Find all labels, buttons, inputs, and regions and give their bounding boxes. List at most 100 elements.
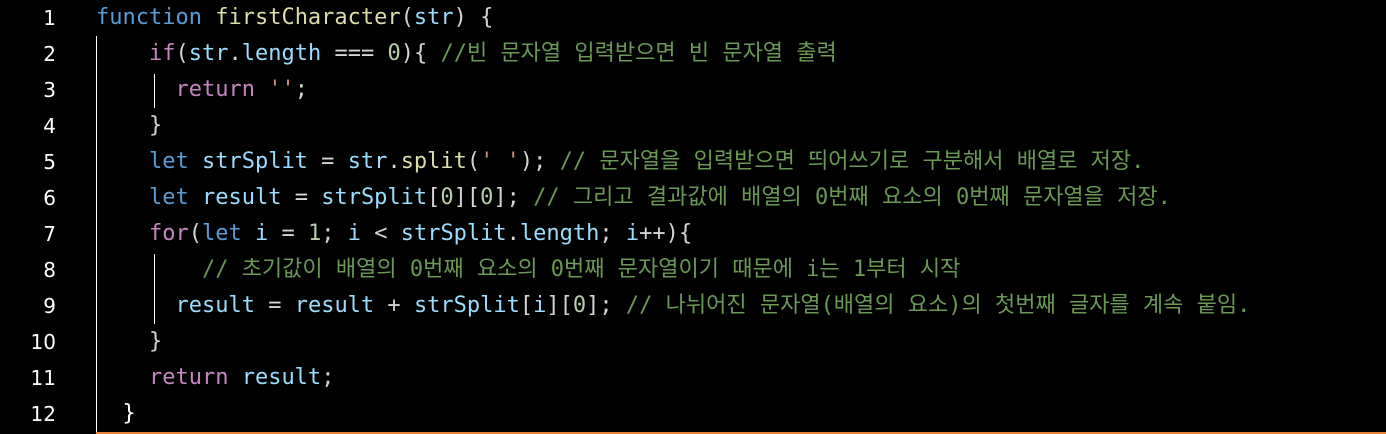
code-token: //빈 문자열 입력받으면 빈 문자열 출력 bbox=[440, 41, 837, 66]
code-line[interactable]: 11 return result; bbox=[0, 360, 1386, 396]
code-token: ; bbox=[321, 365, 335, 390]
code-token: function bbox=[96, 5, 216, 30]
code-token: ][ bbox=[546, 293, 573, 318]
code-token: === bbox=[321, 41, 388, 66]
line-number: 10 bbox=[30, 330, 56, 354]
line-number: 4 bbox=[43, 114, 56, 138]
code-text: result = result + strSplit[i][0]; // 나뉘어… bbox=[96, 288, 1250, 324]
code-token: if bbox=[96, 41, 176, 66]
code-token: return bbox=[96, 365, 242, 390]
code-token: } bbox=[96, 113, 163, 138]
code-text: if(str.length === 0){ //빈 문자열 입력받으면 빈 문자… bbox=[96, 36, 837, 72]
code-token: str bbox=[347, 149, 388, 174]
code-token: = bbox=[281, 185, 322, 210]
code-line[interactable]: 1 function firstCharacter(str) { bbox=[0, 0, 1386, 36]
code-token: ; bbox=[321, 221, 348, 246]
code-token: split bbox=[400, 149, 467, 174]
code-token: i bbox=[254, 221, 269, 246]
code-text: let strSplit = str.split(' '); // 문자열을 입… bbox=[96, 144, 1144, 180]
code-token: firstCharacter bbox=[215, 5, 401, 30]
code-token: let bbox=[96, 149, 202, 174]
code-line[interactable]: 8 // 초기값이 배열의 0번째 요소의 0번째 문자열이기 때문에 i는 1… bbox=[0, 252, 1386, 288]
code-token: for bbox=[96, 221, 189, 246]
code-token: strSplit bbox=[400, 221, 507, 246]
code-text: let result = strSplit[0][0]; // 그리고 결과값에… bbox=[96, 180, 1171, 216]
code-token: = bbox=[254, 293, 295, 318]
code-token: 0 bbox=[572, 293, 587, 318]
code-token: ]; bbox=[493, 185, 534, 210]
code-line[interactable]: 3 return ''; bbox=[0, 72, 1386, 108]
code-token: // 초기값이 배열의 0번째 요소의 0번째 문자열이기 때문에 i는 1부터… bbox=[96, 257, 961, 282]
code-token: length bbox=[241, 41, 322, 66]
code-token: i bbox=[625, 221, 640, 246]
code-line[interactable]: 2 if(str.length === 0){ //빈 문자열 입력받으면 빈 … bbox=[0, 36, 1386, 72]
code-line[interactable]: 7 for(let i = 1; i < strSplit.length; i+… bbox=[0, 216, 1386, 252]
line-number: 9 bbox=[43, 294, 56, 318]
code-token: + bbox=[374, 293, 414, 318]
code-line[interactable]: 6 let result = strSplit[0][0]; // 그리고 결과… bbox=[0, 180, 1386, 216]
code-token: } bbox=[96, 329, 163, 354]
code-text: return result; bbox=[96, 360, 334, 396]
code-token: [ bbox=[427, 185, 441, 210]
code-line[interactable]: 4 } bbox=[0, 108, 1386, 144]
code-token: ; bbox=[294, 77, 308, 102]
code-token: ][ bbox=[453, 185, 481, 210]
code-text: } bbox=[96, 108, 162, 144]
code-token: // 그리고 결과값에 배열의 0번째 요소의 0번째 문자열을 저장. bbox=[533, 185, 1171, 210]
code-token: str bbox=[413, 5, 454, 30]
code-token: = bbox=[307, 149, 348, 174]
code-token: // 문자열을 입력받으면 띄어쓰기로 구분해서 배열로 저장. bbox=[559, 149, 1145, 174]
code-token: 0 bbox=[480, 185, 494, 210]
code-token: ; bbox=[599, 221, 626, 246]
line-number: 6 bbox=[43, 186, 56, 210]
code-token: length bbox=[519, 221, 600, 246]
code-token: . bbox=[506, 221, 520, 246]
code-token: < bbox=[360, 221, 401, 246]
code-token: let bbox=[201, 221, 255, 246]
code-token: i bbox=[533, 293, 547, 318]
code-token: let bbox=[96, 185, 202, 210]
line-number: 12 bbox=[30, 402, 56, 426]
code-editor[interactable]: 1 function firstCharacter(str) {2 if(str.… bbox=[0, 0, 1386, 434]
code-text: // 초기값이 배열의 0번째 요소의 0번째 문자열이기 때문에 i는 1부터… bbox=[96, 252, 960, 288]
code-token: ' ' bbox=[480, 149, 520, 174]
code-text: } bbox=[96, 396, 136, 432]
code-token: ){ bbox=[400, 41, 441, 66]
line-number: 7 bbox=[43, 222, 56, 246]
code-token: = bbox=[268, 221, 308, 246]
line-number: 8 bbox=[43, 258, 56, 282]
code-token: ( bbox=[466, 149, 481, 174]
code-token: result bbox=[201, 185, 282, 210]
code-token: ( bbox=[188, 221, 202, 246]
code-text: return ''; bbox=[96, 72, 308, 108]
code-token: 0 bbox=[387, 41, 401, 66]
code-text: } bbox=[96, 324, 162, 360]
code-token: result bbox=[241, 365, 322, 390]
code-token: } bbox=[96, 401, 136, 426]
line-number: 1 bbox=[43, 6, 56, 30]
code-token: 1 bbox=[307, 221, 322, 246]
line-number: 3 bbox=[43, 78, 56, 102]
code-line[interactable]: 5 let strSplit = str.split(' '); // 문자열을… bbox=[0, 144, 1386, 180]
code-token: ( bbox=[175, 41, 189, 66]
code-token: ( bbox=[400, 5, 414, 30]
code-token: ]; bbox=[586, 293, 626, 318]
line-number: 2 bbox=[43, 42, 56, 66]
code-line[interactable]: 12 } bbox=[0, 396, 1386, 432]
code-token: i bbox=[347, 221, 361, 246]
code-text: function firstCharacter(str) { bbox=[96, 0, 493, 36]
code-line[interactable]: 10 } bbox=[0, 324, 1386, 360]
code-token: ) { bbox=[453, 5, 494, 30]
code-token: result bbox=[294, 293, 375, 318]
code-token: strSplit bbox=[201, 149, 308, 174]
code-line[interactable]: 9 result = result + strSplit[i][0]; // 나… bbox=[0, 288, 1386, 324]
line-number: 5 bbox=[43, 150, 56, 174]
code-token: 0 bbox=[440, 185, 454, 210]
code-token: result bbox=[96, 293, 255, 318]
code-token: '' bbox=[268, 77, 295, 102]
code-token: strSplit bbox=[413, 293, 520, 318]
code-token: ++){ bbox=[639, 221, 693, 246]
code-token: . bbox=[228, 41, 242, 66]
code-token: . bbox=[387, 149, 401, 174]
code-token: return bbox=[96, 77, 269, 102]
